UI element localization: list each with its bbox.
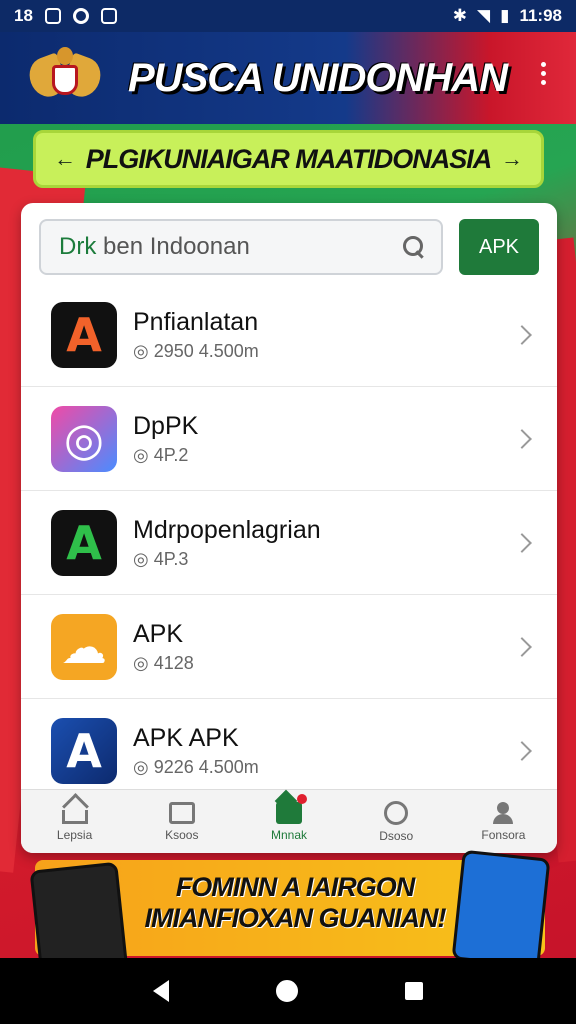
app-icon-cloud: ☁ [51, 613, 117, 680]
app-meta: ◎ 4128 [133, 652, 194, 673]
app-title: APK [133, 619, 184, 648]
app-title: PUSCA UNIDONHAN [128, 55, 508, 100]
wifi-icon: ◥ [477, 6, 491, 25]
search-input[interactable]: Drk ben Indoonan [39, 219, 443, 275]
back-icon[interactable] [153, 980, 170, 1002]
app-icon-a-blue: A [51, 718, 117, 784]
nav-item-home[interactable]: Lepsia [21, 790, 128, 853]
app-notification-icon [100, 8, 117, 24]
phone-illustration-right [451, 849, 551, 969]
sync-icon [72, 8, 89, 24]
app-icon-a-orange: A [51, 301, 117, 368]
home-icon [61, 809, 88, 824]
chevron-right-icon [512, 532, 532, 553]
nav-item-gallery[interactable]: Ksoos [128, 790, 235, 853]
chevron-right-icon [512, 428, 532, 449]
app-list-card: Drk ben Indoonan APK A Pnfianlatan ◎ 2950… [21, 203, 557, 853]
app-meta: ◎ 4P.3 [133, 548, 189, 569]
home-button-icon[interactable] [275, 980, 298, 1002]
list-item[interactable]: A Pnfianlatan ◎ 2950 4.500m [21, 283, 557, 387]
arrow-left-icon[interactable]: ← [54, 146, 76, 172]
nav-item-store[interactable]: Mnnak [235, 790, 342, 853]
overflow-menu-icon[interactable] [541, 62, 546, 85]
list-item[interactable]: ☁ APK ◎ 4128 [21, 595, 557, 699]
recents-icon[interactable] [404, 982, 423, 1000]
app-icon-a-green: A [51, 509, 117, 576]
app-icon-spiral: ◎ [51, 405, 117, 472]
nav-item-explore[interactable]: Dsoso [343, 790, 450, 853]
app-meta: ◎ 9226 4.500m [133, 757, 259, 777]
clock: 11:98 [519, 6, 562, 25]
compass-icon [384, 800, 409, 825]
status-text: 18 [14, 6, 33, 25]
app-title: DpPK [133, 411, 199, 440]
bottom-navigation: Lepsia Ksoos Mnnak Dsoso Fonsora [21, 789, 557, 853]
search-row: Drk ben Indoonan APK [39, 219, 539, 277]
promo-banner[interactable]: FOMINN A IAIRGON IMIANFIOXAN GUANIAN! [29, 849, 551, 981]
apk-button[interactable]: APK [459, 219, 539, 275]
app-title: Mdrpopenlagrian [133, 515, 321, 544]
notification-icon [44, 8, 61, 24]
garuda-emblem-icon [24, 43, 106, 113]
list-item[interactable]: A APK APK ◎ 9226 4.500m [21, 699, 557, 803]
image-icon [168, 801, 195, 824]
notification-badge [297, 794, 308, 804]
list-item[interactable]: ◎ DpPK ◎ 4P.2 [21, 387, 557, 491]
promo-text: FOMINN A IAIRGON IMIANFIOXAN GUANIAN! [144, 872, 447, 934]
person-icon [490, 801, 516, 824]
arrow-right-icon[interactable]: → [501, 146, 523, 172]
bluetooth-icon: ✱ [452, 6, 468, 25]
battery-icon: ▮ [500, 6, 510, 25]
search-value[interactable]: Drk ben Indoonan [59, 233, 401, 261]
app-list: A Pnfianlatan ◎ 2950 4.500m ◎ DpPK ◎ 4P.2 … [21, 283, 557, 803]
chevron-right-icon [512, 636, 532, 657]
app-title: APK APK [133, 724, 239, 752]
app-header: PUSCA UNIDONHAN [0, 32, 576, 124]
store-icon [276, 801, 302, 824]
app-meta: ◎ 4P.2 [133, 444, 189, 465]
list-item[interactable]: A Mdrpopenlagrian ◎ 4P.3 [21, 491, 557, 595]
chevron-right-icon [512, 741, 532, 761]
search-icon[interactable] [401, 234, 427, 260]
nav-item-profile[interactable]: Fonsora [450, 790, 557, 853]
category-banner[interactable]: ← PLGIKUNIAIGAR MAATIDONASIA → [33, 130, 544, 188]
chevron-right-icon [512, 324, 532, 345]
app-meta: ◎ 2950 4.500m [133, 340, 259, 361]
status-bar: 18 ✱ ◥ ▮ 11:98 [0, 0, 576, 32]
app-title: Pnfianlatan [133, 307, 259, 336]
banner-title: PLGIKUNIAIGAR MAATIDONASIA [85, 143, 493, 174]
system-navigation-bar [0, 958, 576, 1024]
